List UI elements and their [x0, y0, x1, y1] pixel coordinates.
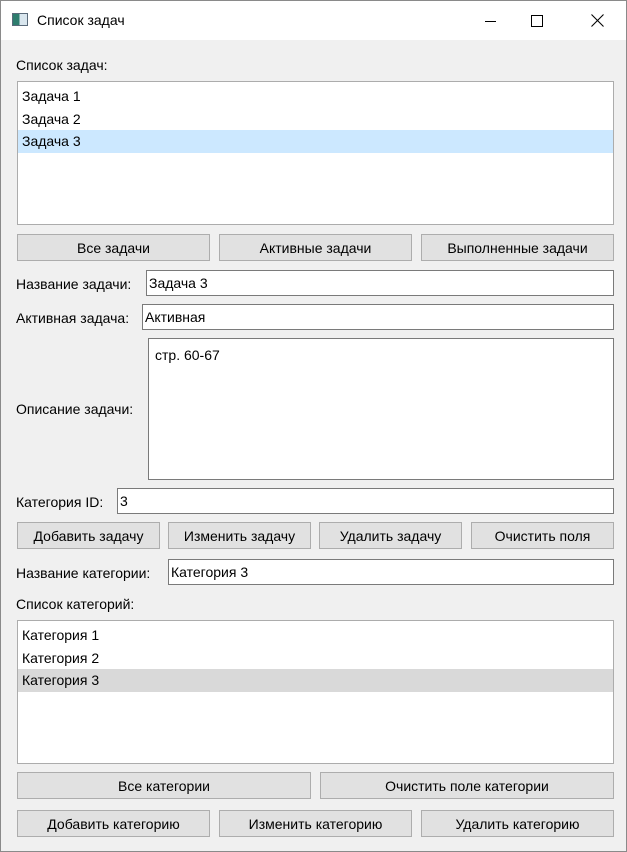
task-description-field[interactable]: стр. 60-67	[148, 338, 614, 480]
list-item[interactable]: Категория 2	[18, 647, 613, 670]
minimize-icon	[485, 20, 496, 22]
list-item[interactable]: Категория 3	[18, 669, 613, 692]
category-name-field[interactable]: Категория 3	[168, 559, 614, 585]
window-title: Список задач	[37, 12, 125, 28]
edit-task-button[interactable]: Изменить задачу	[168, 522, 311, 549]
task-description-label: Описание задачи:	[16, 401, 134, 417]
add-category-button[interactable]: Добавить категорию	[17, 810, 210, 837]
category-id-field[interactable]: 3	[117, 488, 614, 514]
edit-category-button[interactable]: Изменить категорию	[219, 810, 412, 837]
all-categories-button[interactable]: Все категории	[17, 772, 311, 799]
task-name-label: Название задачи:	[16, 276, 132, 292]
category-id-label: Категория ID:	[16, 494, 104, 510]
category-list-label: Список категорий:	[16, 596, 135, 612]
clear-category-field-button[interactable]: Очистить поле категории	[320, 772, 614, 799]
active-task-label: Активная задача:	[16, 310, 130, 326]
task-listbox[interactable]: Задача 1 Задача 2 Задача 3	[17, 81, 614, 225]
category-name-label: Название категории:	[16, 565, 151, 581]
active-tasks-button[interactable]: Активные задачи	[219, 234, 412, 261]
app-window-icon	[12, 13, 28, 26]
list-item[interactable]: Категория 1	[18, 624, 613, 647]
list-item[interactable]: Задача 2	[18, 108, 613, 131]
task-list-label: Список задач:	[16, 57, 108, 73]
maximize-button[interactable]	[514, 1, 560, 40]
list-item[interactable]: Задача 3	[18, 130, 613, 153]
list-item[interactable]: Задача 1	[18, 85, 613, 108]
active-task-field[interactable]: Активная	[142, 304, 614, 330]
main-window: Список задач Список задач: Задача 1 Задач…	[0, 0, 627, 852]
add-task-button[interactable]: Добавить задачу	[17, 522, 160, 549]
title-bar[interactable]: Список задач	[1, 1, 626, 40]
clear-fields-button[interactable]: Очистить поля	[471, 522, 614, 549]
close-button[interactable]	[574, 1, 620, 40]
delete-task-button[interactable]: Удалить задачу	[319, 522, 462, 549]
category-listbox[interactable]: Категория 1 Категория 2 Категория 3	[17, 620, 614, 764]
task-name-field[interactable]: Задача 3	[146, 270, 614, 296]
done-tasks-button[interactable]: Выполненные задачи	[421, 234, 614, 261]
all-tasks-button[interactable]: Все задачи	[17, 234, 210, 261]
maximize-icon	[531, 14, 543, 27]
close-icon	[590, 14, 604, 27]
minimize-button[interactable]	[468, 1, 514, 40]
delete-category-button[interactable]: Удалить категорию	[421, 810, 614, 837]
